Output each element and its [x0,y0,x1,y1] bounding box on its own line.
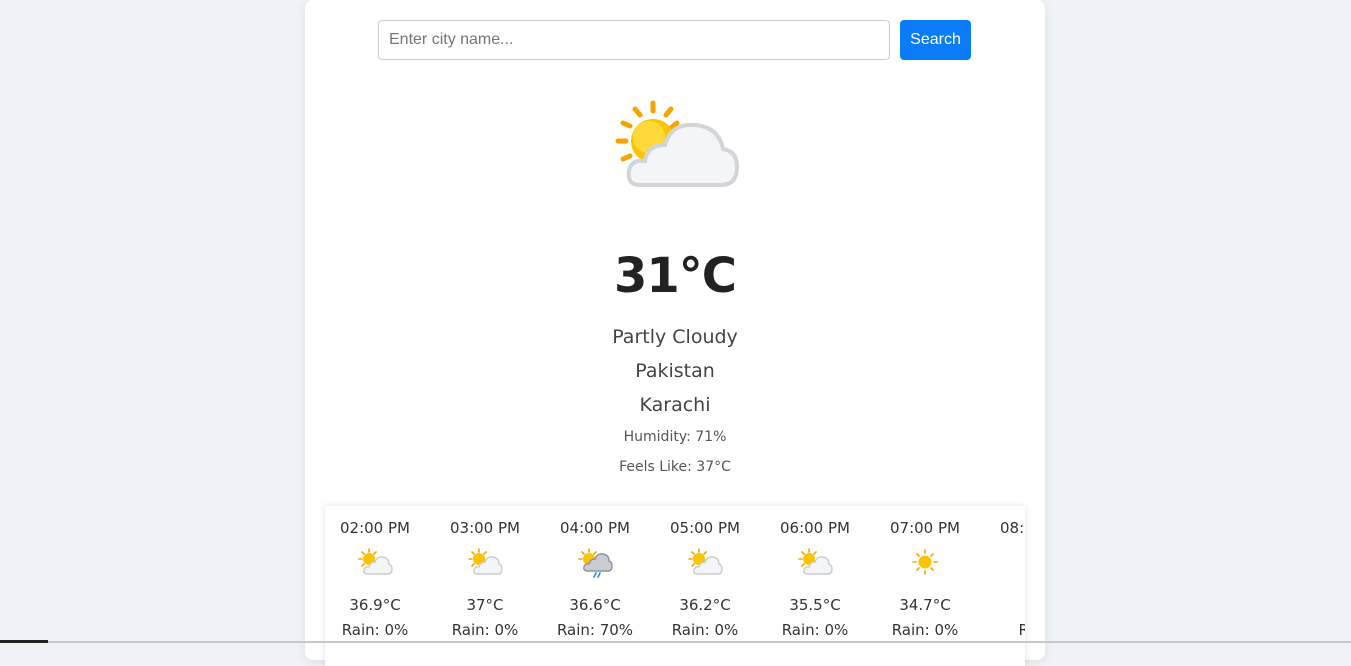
hour-temperature: 36.2°C [679,596,731,614]
hour-rain-chance: Rain: 0% [781,621,849,639]
city-name: Karachi [639,394,711,416]
current-temperature: 31°C [613,248,737,304]
hour-time: 02:00 PM [340,519,410,537]
hour-time: 05:00 PM [670,519,740,537]
hour-rain-chance: Rain: 70% [556,621,634,639]
partly-cloudy-icon [358,548,393,575]
hour-time: 06:00 PM [780,519,850,537]
partly-cloudy-icon [468,548,503,575]
hour-rain-chance: Rain: 0% [671,621,739,639]
search-button[interactable]: Search [900,20,971,60]
weather-condition: Partly Cloudy [612,326,738,348]
hour-temperature: 36.6°C [569,596,621,614]
hour-temperature: 35.5°C [789,596,841,614]
partly-cloudy-icon [798,548,833,575]
search-bar: Search [378,20,972,60]
partly-cloudy-icon [615,100,740,187]
feels-like-value: Feels Like: 37°C [619,459,731,475]
hour-rain-chance: Rain: 0% [451,621,519,639]
thunder-rain-icon [578,548,613,578]
hour-rain-chance: Rain: 0% [891,621,959,639]
hour-temperature: 34 [985,596,1025,614]
humidity-value: Humidity: 71% [623,429,727,445]
hour-rain-chance: Rain: 0% [341,621,409,639]
city-search-input[interactable] [378,20,890,60]
country-name: Pakistan [635,360,715,382]
hour-time: 04:00 PM [560,519,630,537]
partly-cloudy-icon [688,548,723,575]
hour-temperature: 37°C [466,596,504,614]
hour-temperature: 36.9°C [349,596,401,614]
hour-rain-chance: Rain [1018,621,1025,639]
hour-time: 07:00 PM [890,519,960,537]
sun-icon [912,549,938,575]
hour-time: 03:00 PM [450,519,520,537]
hour-temperature: 34.7°C [899,596,951,614]
hour-time: 08:00 PM [1000,519,1025,537]
weather-card: Search 31°C Partly Cloudy Pakistan Karac… [305,0,1045,666]
